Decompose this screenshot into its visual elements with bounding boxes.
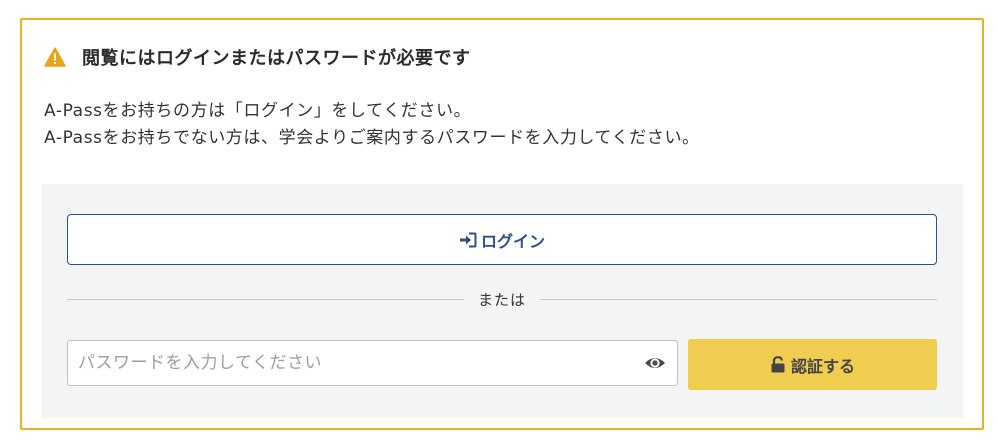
eye-icon[interactable] — [643, 353, 667, 373]
intro-line-password: A-Passをお持ちでない方は、学会よりご案内するパスワードを入力してください。 — [44, 128, 700, 148]
intro-line-login: A-Passをお持ちの方は「ログイン」をしてください。 — [44, 101, 472, 121]
warning-title: 閲覧にはログインまたはパスワードが必要です — [82, 48, 471, 69]
auth-required-panel: 閲覧にはログインまたはパスワードが必要です A-Passをお持ちの方は「ログイン… — [20, 18, 984, 430]
auth-form-area: ログイン または 認証する — [42, 184, 963, 418]
login-button-label: ログイン — [480, 233, 545, 251]
password-input[interactable] — [68, 341, 628, 385]
authenticate-button[interactable]: 認証する — [688, 339, 937, 390]
or-label: または — [478, 290, 527, 309]
or-divider: または — [67, 288, 938, 310]
authenticate-button-label: 認証する — [790, 358, 855, 376]
intro-text: A-Passをお持ちの方は「ログイン」をしてください。 A-Passをお持ちでな… — [44, 98, 700, 152]
divider-line-right — [540, 298, 938, 300]
login-button[interactable]: ログイン — [67, 214, 937, 265]
sign-in-icon — [459, 232, 477, 248]
divider-line-left — [67, 298, 464, 300]
password-field — [67, 340, 678, 386]
unlock-icon — [770, 356, 786, 373]
warning-triangle-icon — [44, 47, 66, 67]
warning-header: 閲覧にはログインまたはパスワードが必要です — [44, 44, 471, 70]
